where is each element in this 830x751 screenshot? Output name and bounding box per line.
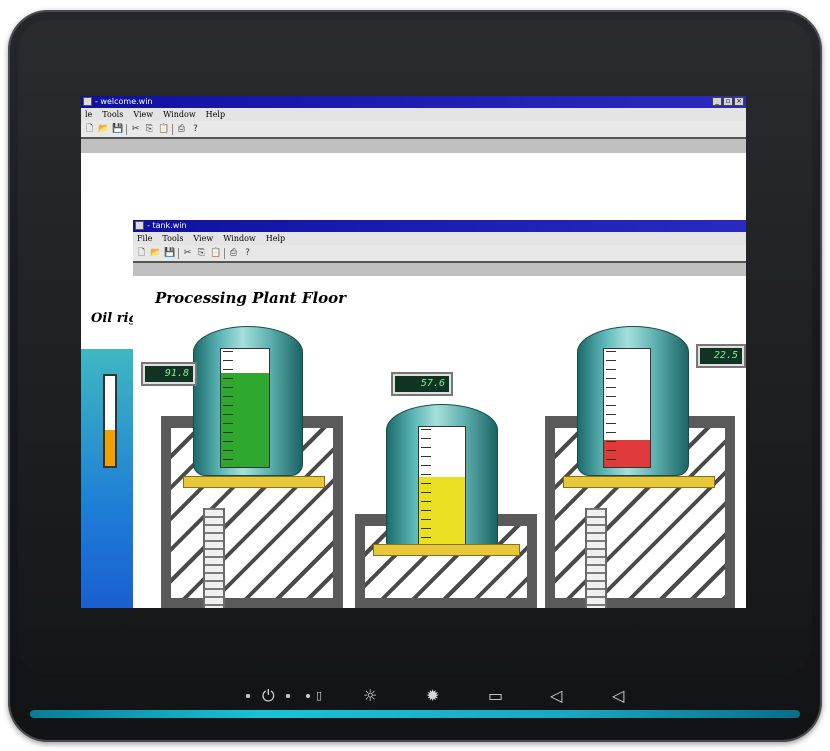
minimize-icon[interactable]: _ [712,97,722,106]
cut-icon[interactable]: ✂ [182,248,193,259]
close-icon[interactable]: × [734,97,744,106]
menu-file[interactable]: File [137,232,152,245]
save-icon[interactable]: 💾 [164,248,175,259]
print-icon[interactable]: ⎙ [228,248,239,259]
tank-1[interactable] [193,326,303,476]
welcome-titlebar[interactable]: - welcome.win _ ▫ × [81,96,746,108]
welcome-title: - welcome.win [95,97,153,106]
tank-1-ladder [203,508,225,608]
tank-3-deck [563,476,715,488]
tank-1-readout: 91.8 [141,362,197,386]
tank-window[interactable]: - tank.win File Tools View Window Help 🗋… [133,220,746,608]
save-icon[interactable]: 💾 [112,124,123,135]
tank-2-deck [373,544,520,556]
paste-icon[interactable]: 📋 [210,248,221,259]
cut-icon[interactable]: ✂ [130,124,141,135]
welcome-menubar: le Tools View Window Help [81,108,746,121]
tank-1-gauge [220,348,270,468]
toolbar-separator [178,247,179,259]
tank-3-ladder [585,508,607,608]
paste-icon[interactable]: 📋 [158,124,169,135]
volume-down-icon[interactable]: ◁ [550,686,562,706]
tank-titlebar[interactable]: - tank.win [133,220,746,232]
open-icon[interactable]: 📂 [98,124,109,135]
toolbar-separator [224,247,225,259]
device-control-strip: ⏻ ▯ ☼ ✹ ▭ ◁ ◁ [16,676,814,728]
tank-1-deck [183,476,325,488]
menu-tools[interactable]: Tools [102,108,123,121]
tank-2[interactable] [386,404,498,554]
tank-2-gauge [418,426,466,546]
menu-window[interactable]: Window [223,232,256,245]
plant-floor-title: Processing Plant Floor [155,289,347,307]
volume-up-icon[interactable]: ◁ [612,686,624,706]
tank-menubar: File Tools View Window Help [133,232,746,245]
panel-pc-device: - welcome.win _ ▫ × le Tools View Window… [8,10,822,742]
new-icon[interactable]: 🗋 [136,248,147,259]
welcome-toolbar: 🗋 📂 💾 ✂ ⎘ 📋 ⎙ ? [81,121,746,139]
menu-view[interactable]: View [133,108,153,121]
oil-rig-gauge [103,374,117,468]
status-led [246,694,250,698]
brightness-down-icon[interactable]: ☼ [363,686,377,706]
toolbar-separator [172,123,173,135]
menu-window[interactable]: Window [163,108,196,121]
display-icon[interactable]: ▭ [488,686,503,706]
tank-title: - tank.win [147,221,187,230]
menu-help[interactable]: Help [206,108,225,121]
tank-2-readout: 57.6 [391,372,453,396]
copy-icon[interactable]: ⎘ [196,248,207,259]
menu-file[interactable]: le [85,108,92,121]
touchscreen[interactable]: - welcome.win _ ▫ × le Tools View Window… [81,96,746,608]
restore-icon[interactable]: ▫ [723,97,733,106]
menu-view[interactable]: View [193,232,213,245]
tank-3[interactable] [577,326,689,476]
toolbar-separator [126,123,127,135]
storage-led-icon: ▯ [316,689,323,702]
copy-icon[interactable]: ⎘ [144,124,155,135]
menu-help[interactable]: Help [266,232,285,245]
status-led [286,694,290,698]
power-icon[interactable]: ⏻ [262,686,275,706]
plant-floor-canvas: Processing Plant Floor 91.8 57.6 22.5 [133,276,746,608]
open-icon[interactable]: 📂 [150,248,161,259]
tank-3-gauge [603,348,651,468]
tank-3-readout: 22.5 [696,344,746,368]
tank-toolbar: 🗋 📂 💾 ✂ ⎘ 📋 ⎙ ? [133,245,746,263]
menu-tools[interactable]: Tools [162,232,183,245]
oil-rig-label: Oil rig [91,311,138,326]
window-menu-icon[interactable] [83,97,92,106]
print-icon[interactable]: ⎙ [176,124,187,135]
accent-light-strip [30,710,800,718]
brightness-up-icon[interactable]: ✹ [426,686,439,706]
help-icon[interactable]: ? [190,124,201,135]
new-icon[interactable]: 🗋 [84,124,95,135]
window-menu-icon[interactable] [135,221,144,230]
help-icon[interactable]: ? [242,248,253,259]
status-led [306,694,310,698]
